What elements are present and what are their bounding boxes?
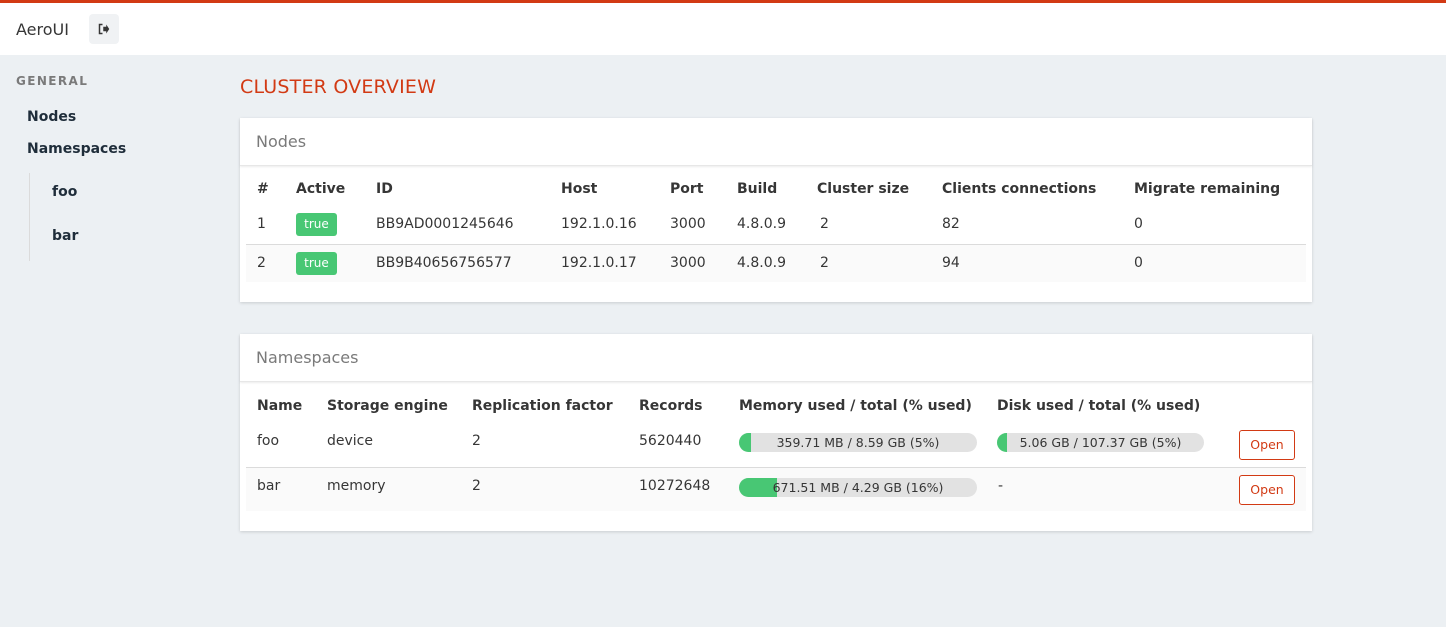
namespace-engine: device (327, 433, 373, 449)
namespace-replication: 2 (472, 478, 481, 494)
col-replication: Replication factor (472, 398, 613, 414)
page-title: CLUSTER OVERVIEW (240, 76, 437, 98)
top-navbar: AeroUI (0, 0, 1446, 55)
disk-progress-bar: 5.06 GB / 107.37 GB (5%) (997, 433, 1204, 452)
col-cluster-size: Cluster size (817, 181, 910, 197)
col-host: Host (561, 181, 598, 197)
namespace-engine: memory (327, 478, 386, 494)
namespace-records: 10272648 (639, 478, 711, 494)
nodes-card-title: Nodes (240, 118, 1312, 166)
col-id: ID (376, 181, 393, 197)
memory-usage-text: 671.51 MB / 4.29 GB (16%) (772, 480, 944, 495)
node-index: 2 (257, 255, 266, 271)
open-namespace-bar-button[interactable]: Open (1239, 475, 1295, 505)
node-id: BB9B40656756577 (376, 255, 512, 271)
col-active: Active (296, 181, 346, 197)
node-migrate: 0 (1134, 216, 1143, 232)
col-name: Name (257, 398, 303, 414)
status-badge: true (296, 252, 337, 275)
sidebar-item-bar[interactable]: bar (52, 228, 78, 244)
status-badge: true (296, 213, 337, 236)
col-build: Build (737, 181, 778, 197)
nodes-card: Nodes # Active ID Host Port Build Cluste… (240, 118, 1312, 302)
node-id: BB9AD0001245646 (376, 216, 514, 232)
disk-usage-text: 5.06 GB / 107.37 GB (5%) (1019, 435, 1182, 450)
namespace-name: bar (257, 478, 281, 494)
col-memory: Memory used / total (% used) (739, 398, 972, 414)
memory-progress-bar: 359.71 MB / 8.59 GB (5%) (739, 433, 977, 452)
memory-progress-bar: 671.51 MB / 4.29 GB (16%) (739, 478, 977, 497)
col-records: Records (639, 398, 703, 414)
col-clients: Clients connections (942, 181, 1097, 197)
sign-out-icon (98, 23, 110, 35)
col-migrate: Migrate remaining (1134, 181, 1281, 197)
node-host: 192.1.0.17 (561, 255, 637, 271)
sidebar-item-nodes[interactable]: Nodes (27, 109, 76, 125)
node-port: 3000 (670, 255, 706, 271)
node-migrate: 0 (1134, 255, 1143, 271)
menu-label-general: GENERAL (16, 74, 89, 88)
namespace-replication: 2 (472, 433, 481, 449)
node-port: 3000 (670, 216, 706, 232)
namespaces-card: Namespaces Name Storage engine Replicati… (240, 334, 1312, 531)
disk-usage-text: - (998, 478, 1004, 494)
col-index: # (257, 181, 269, 197)
col-disk: Disk used / total (% used) (997, 398, 1201, 414)
sidebar-item-foo[interactable]: foo (52, 184, 77, 200)
open-namespace-foo-button[interactable]: Open (1239, 430, 1295, 460)
sidebar-item-namespaces[interactable]: Namespaces (27, 141, 126, 157)
namespaces-card-title: Namespaces (240, 334, 1312, 382)
node-build: 4.8.0.9 (737, 216, 786, 232)
logout-button[interactable] (89, 14, 119, 44)
node-clients: 94 (942, 255, 960, 271)
node-cluster-size: 2 (820, 216, 829, 232)
col-port: Port (670, 181, 704, 197)
node-index: 1 (257, 216, 266, 232)
namespace-records: 5620440 (639, 433, 702, 449)
node-host: 192.1.0.16 (561, 216, 637, 232)
node-clients: 82 (942, 216, 960, 232)
memory-usage-text: 359.71 MB / 8.59 GB (5%) (776, 435, 940, 450)
node-build: 4.8.0.9 (737, 255, 786, 271)
namespace-name: foo (257, 433, 280, 449)
app-title[interactable]: AeroUI (16, 20, 69, 39)
node-cluster-size: 2 (820, 255, 829, 271)
submenu-divider (29, 173, 30, 261)
col-storage-engine: Storage engine (327, 398, 448, 414)
